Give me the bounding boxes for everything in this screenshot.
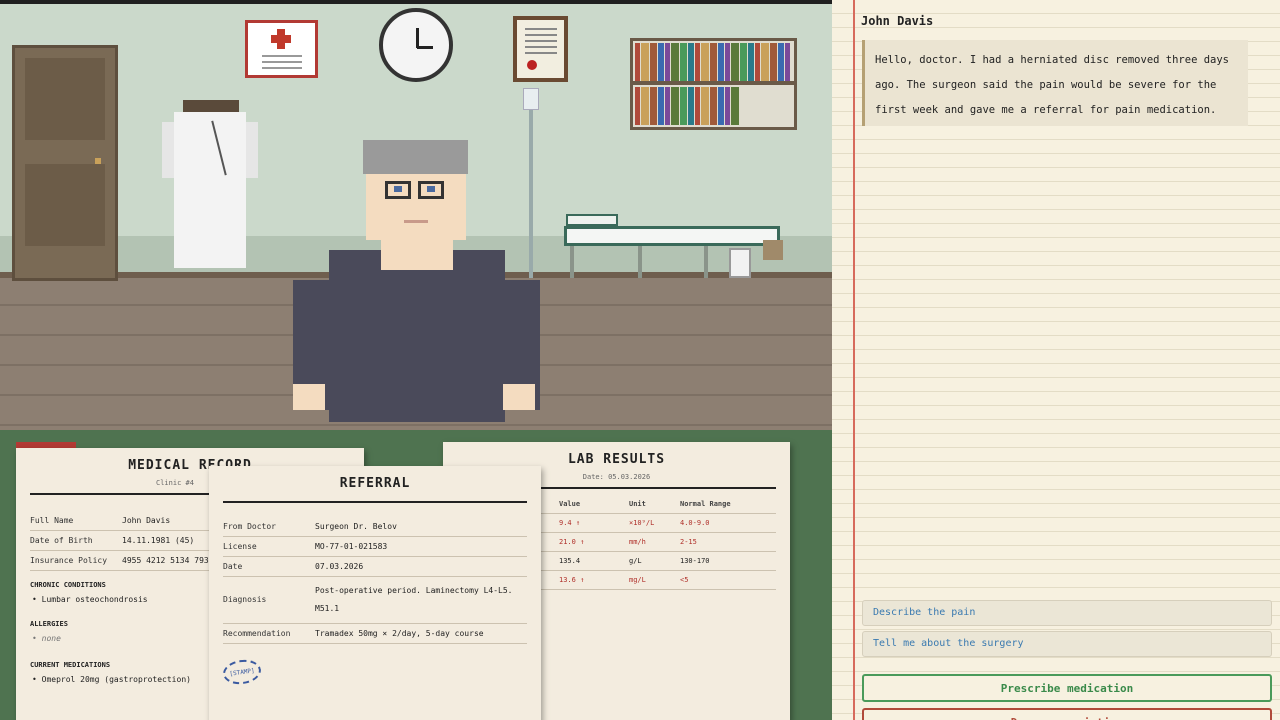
book bbox=[718, 43, 724, 81]
book bbox=[710, 87, 717, 125]
book bbox=[695, 43, 700, 81]
book bbox=[718, 87, 724, 125]
lab-coat bbox=[162, 112, 258, 268]
book bbox=[778, 43, 784, 81]
book bbox=[680, 87, 687, 125]
dialogue-panel: John Davis Hello, doctor. I had a hernia… bbox=[832, 0, 1280, 720]
deny-button[interactable]: Deny prescription bbox=[862, 708, 1272, 720]
coat-rack bbox=[183, 100, 239, 112]
door bbox=[12, 45, 118, 281]
iv-bag bbox=[523, 88, 539, 110]
book bbox=[635, 43, 640, 81]
book bbox=[641, 43, 649, 81]
wall-clock-icon bbox=[379, 8, 453, 82]
referral-row: License MO-77-01-021583 bbox=[223, 537, 527, 557]
bookshelf bbox=[630, 38, 797, 130]
patient-neck bbox=[381, 240, 453, 270]
book bbox=[731, 87, 739, 125]
bed-leg bbox=[638, 246, 642, 278]
clinic-scene bbox=[0, 0, 832, 430]
book bbox=[701, 43, 709, 81]
book bbox=[710, 43, 717, 81]
speaker-name: John Davis bbox=[861, 14, 934, 28]
book bbox=[665, 87, 670, 125]
exam-bed bbox=[564, 226, 780, 246]
stamp: [STAMP] bbox=[221, 657, 263, 687]
book bbox=[688, 87, 694, 125]
iv-stand bbox=[529, 88, 533, 278]
book bbox=[725, 43, 730, 81]
referral-row: From Doctor Surgeon Dr. Belov bbox=[223, 517, 527, 537]
book bbox=[671, 43, 679, 81]
divider bbox=[223, 501, 527, 503]
margin-line bbox=[853, 0, 855, 720]
trash-bin bbox=[729, 248, 751, 278]
book bbox=[761, 43, 769, 81]
book bbox=[740, 43, 747, 81]
book bbox=[641, 87, 649, 125]
prescribe-button[interactable]: Prescribe medication bbox=[862, 674, 1272, 702]
patient-hair bbox=[363, 140, 468, 174]
book bbox=[688, 43, 694, 81]
book bbox=[671, 87, 679, 125]
book bbox=[680, 43, 687, 81]
book bbox=[650, 43, 657, 81]
referral-row: Recommendation Tramadex 50mg × 2/day, 5-… bbox=[223, 624, 527, 644]
book bbox=[701, 87, 709, 125]
referral-document[interactable]: REFERRAL From Doctor Surgeon Dr. Belov L… bbox=[209, 466, 541, 720]
book bbox=[755, 43, 760, 81]
medical-cross-sign bbox=[245, 20, 318, 78]
book bbox=[731, 43, 739, 81]
patient-torso bbox=[329, 250, 505, 422]
patient-mouth bbox=[404, 220, 428, 223]
patient-eye bbox=[394, 186, 402, 192]
stool bbox=[763, 240, 783, 260]
lab-results-title: LAB RESULTS bbox=[567, 452, 666, 467]
book bbox=[650, 87, 657, 125]
patient-hand bbox=[503, 384, 535, 410]
book bbox=[665, 43, 670, 81]
choice-describe-pain[interactable]: Describe the pain bbox=[862, 600, 1272, 626]
book bbox=[658, 87, 664, 125]
exam-bed-pillow bbox=[566, 214, 618, 226]
bed-leg bbox=[704, 246, 708, 278]
book bbox=[748, 43, 754, 81]
book bbox=[695, 87, 700, 125]
referral-row: Diagnosis Post-operative period. Laminec… bbox=[223, 577, 527, 624]
book bbox=[785, 43, 790, 81]
book bbox=[725, 87, 730, 125]
bed-leg bbox=[570, 246, 574, 278]
referral-row: Date 07.03.2026 bbox=[223, 557, 527, 577]
referral-title: REFERRAL bbox=[339, 476, 411, 491]
diploma-certificate bbox=[513, 16, 568, 82]
patient-eye bbox=[427, 186, 435, 192]
desk: MEDICAL RECORD Clinic #4 Full Name John … bbox=[0, 430, 832, 720]
patient-hand bbox=[293, 384, 325, 410]
patient-message: Hello, doctor. I had a herniated disc re… bbox=[862, 40, 1248, 126]
book bbox=[635, 87, 640, 125]
choice-about-surgery[interactable]: Tell me about the surgery bbox=[862, 631, 1272, 657]
book bbox=[658, 43, 664, 81]
book bbox=[770, 43, 777, 81]
